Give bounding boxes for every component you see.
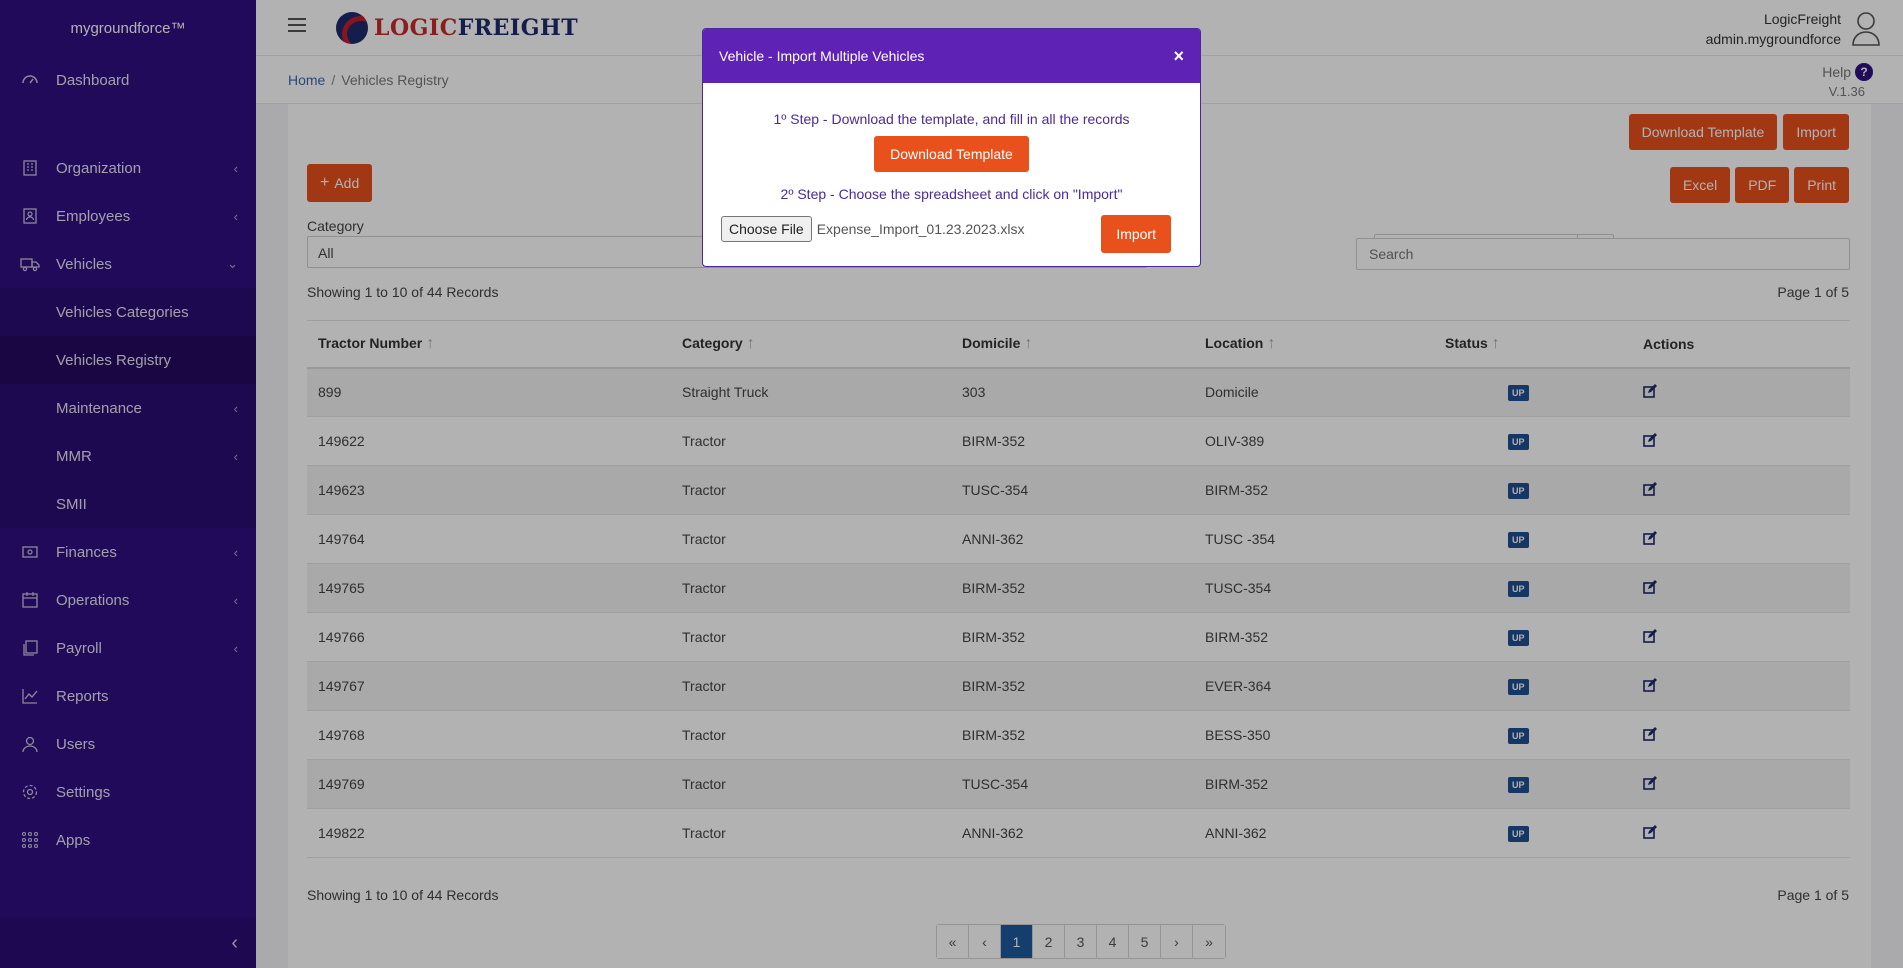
modal-header: Vehicle - Import Multiple Vehicles × — [703, 29, 1200, 83]
file-input: Choose File Expense_Import_01.23.2023.xl… — [721, 216, 1025, 242]
modal-title: Vehicle - Import Multiple Vehicles — [719, 48, 925, 64]
modal-download-template-button[interactable]: Download Template — [874, 136, 1029, 172]
modal-import-button[interactable]: Import — [1101, 215, 1171, 253]
choose-file-button[interactable]: Choose File — [721, 216, 812, 242]
import-vehicles-modal: Vehicle - Import Multiple Vehicles × 1º … — [702, 28, 1201, 267]
selected-file-name: Expense_Import_01.23.2023.xlsx — [816, 221, 1025, 237]
step2-instruction: 2º Step - Choose the spreadsheet and cli… — [780, 186, 1123, 202]
close-icon[interactable]: × — [1173, 47, 1184, 65]
step1-instruction: 1º Step - Download the template, and fil… — [773, 111, 1130, 127]
